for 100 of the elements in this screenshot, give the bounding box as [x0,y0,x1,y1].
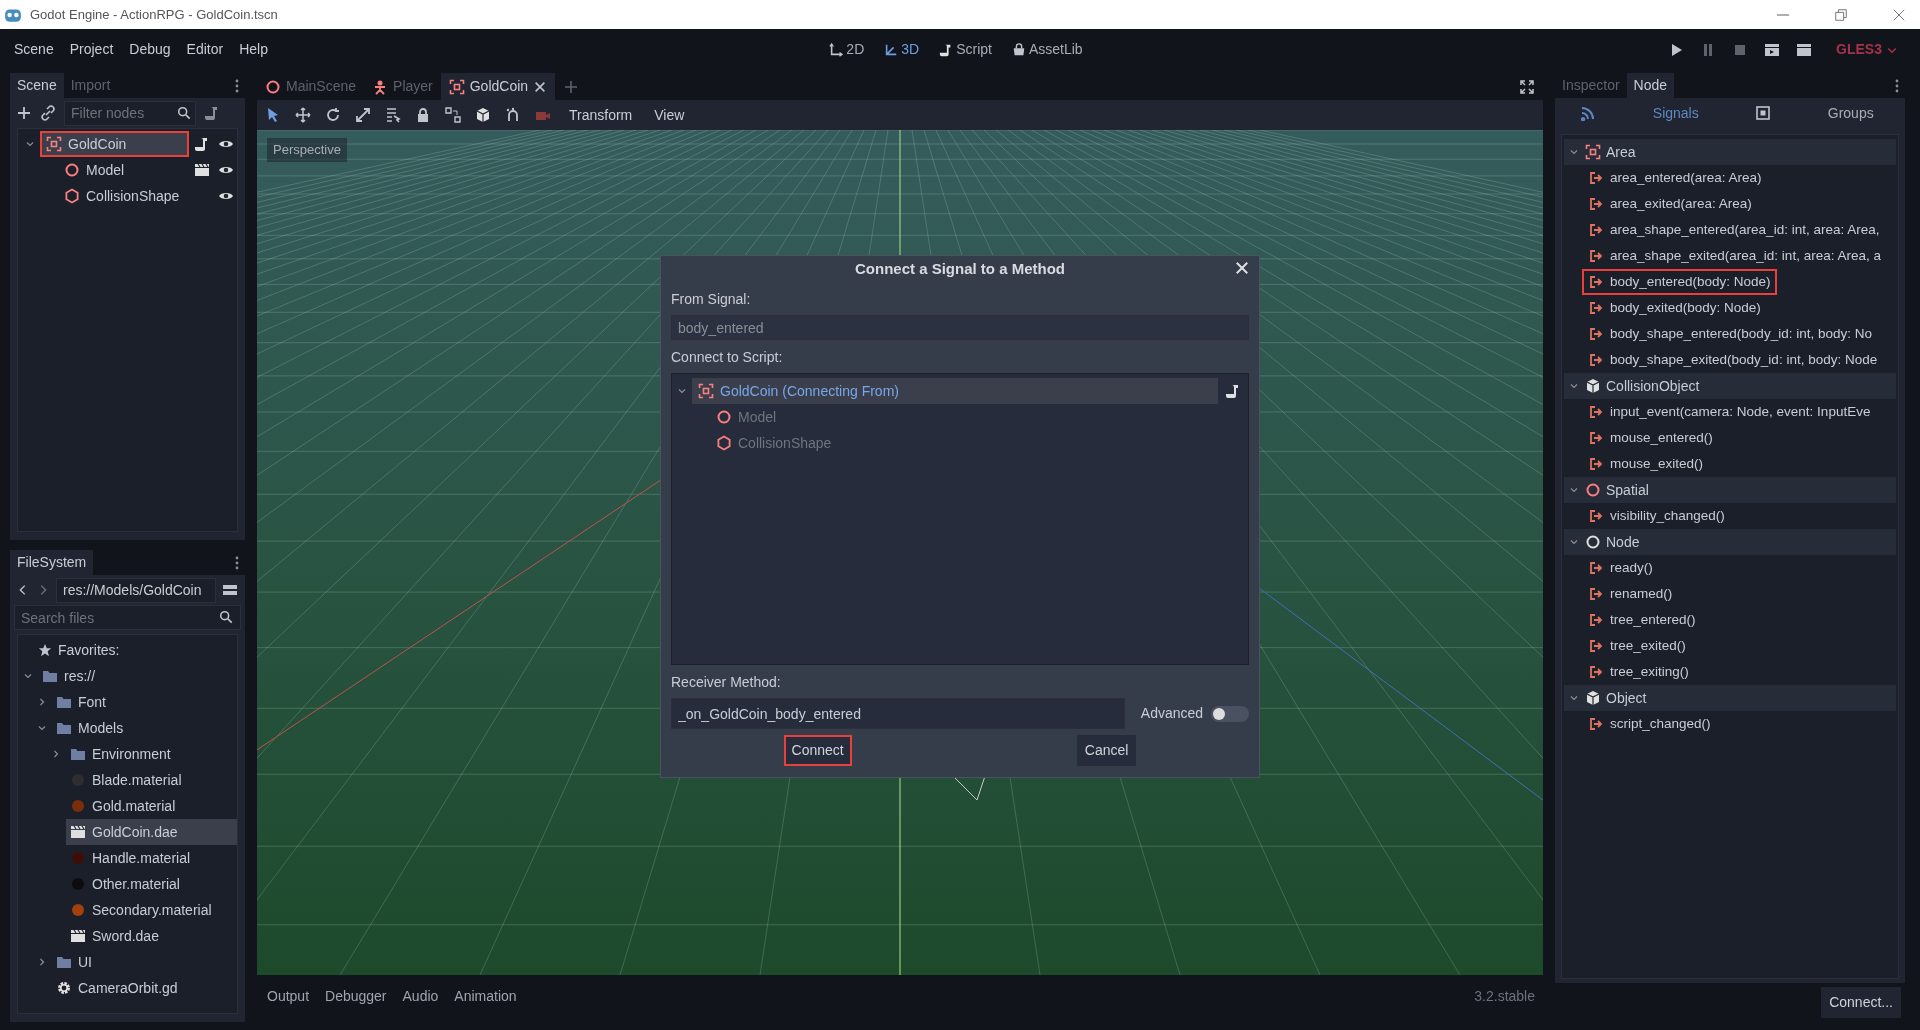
cube-icon[interactable] [475,107,491,123]
signal-item[interactable]: body_shape_exited(body_id: int, body: Node [1582,347,1884,373]
move-icon[interactable] [295,107,311,123]
tree-item[interactable]: GoldCoin [40,131,189,157]
workspace-tab[interactable]: Script [933,35,998,64]
dialog-button[interactable]: Cancel [1076,735,1137,766]
workspace-tab[interactable]: 2D [823,35,871,64]
exit-arrow-icon [1588,560,1604,576]
signal-group-header[interactable]: CollisionObject [1564,373,1896,399]
advanced-toggle[interactable] [1211,705,1249,722]
group-icon[interactable] [445,107,461,123]
search-field[interactable]: Search files [14,605,241,630]
sub-tab[interactable]: Groups [1821,100,1880,126]
signal-item[interactable]: area_entered(area: Area) [1582,165,1768,191]
tree-item[interactable]: CollisionShape [58,183,189,209]
toolbar-menu[interactable]: Transform [565,102,637,128]
signal-item[interactable]: area_shape_entered(area_id: int, area: Area, [1582,217,1886,243]
menu-item[interactable]: Help [231,35,276,64]
file-item[interactable]: res:// [38,663,100,689]
signal-group-header[interactable]: Object [1564,685,1896,711]
bracket-square-icon [1585,144,1601,160]
menu-item[interactable]: Editor [178,35,232,64]
exit-arrow-icon [1588,456,1604,472]
bottom-panel-tab[interactable]: Output [261,983,316,1010]
close-icon[interactable] [1235,261,1249,275]
search-icon [177,105,191,120]
file-item[interactable]: Font [52,689,110,715]
tree-item[interactable]: GoldCoin (Connecting From) [692,378,1218,404]
rotate-icon[interactable] [325,107,341,123]
signal-item[interactable]: mouse_entered() [1582,425,1719,451]
file-item[interactable]: Models [52,715,128,741]
bottom-panel-tab[interactable]: Debugger [319,983,393,1010]
editor-tab[interactable]: GoldCoin [440,73,556,100]
window-title: Godot Engine - ActionRPG - GoldCoin.tscn [30,5,278,24]
file-item[interactable]: Other.material [66,871,184,897]
signal-item[interactable]: tree_exited() [1582,633,1692,659]
clapperboard-play-icon[interactable] [1764,41,1781,58]
exit-arrow-icon [1588,352,1604,368]
perspective-menu[interactable]: Perspective [267,138,347,162]
dock-tab[interactable]: Scene [10,73,64,98]
file-item[interactable]: Blade.material [66,767,186,793]
file-item[interactable]: Handle.material [66,845,195,871]
dock-tab[interactable]: Node [1626,73,1675,98]
toggle-label: Advanced [1140,704,1204,723]
file-item[interactable]: Sword.dae [66,923,163,949]
tree-item[interactable]: Model [58,157,189,183]
dialog-button[interactable]: Connect [783,735,852,766]
menu-item[interactable]: Debug [121,35,179,64]
circle-icon [716,409,732,425]
signal-item[interactable]: input_event(camera: Node, event: InputEve [1582,399,1877,425]
connect-button[interactable]: Connect... [1821,987,1901,1018]
sub-tab[interactable]: Signals [1646,100,1705,126]
filter-field[interactable]: Filter nodes [64,100,196,126]
signal-item[interactable]: area_exited(area: Area) [1582,191,1758,217]
path-field[interactable]: res://Models/GoldCoin [56,577,216,603]
signal-item[interactable]: body_entered(body: Node) [1582,269,1777,295]
scale-icon[interactable] [355,107,371,123]
bottom-panel-tab[interactable]: Animation [448,983,523,1010]
signal-item[interactable]: script_changed() [1582,711,1717,737]
signal-item[interactable]: visibility_changed() [1582,503,1731,529]
file-item[interactable]: UI [52,949,96,975]
menu-item[interactable]: Scene [6,35,62,64]
close-icon [533,79,548,94]
signal-item[interactable]: tree_exiting() [1582,659,1695,685]
signal-item[interactable]: ready() [1582,555,1659,581]
file-item[interactable]: Gold.material [66,793,180,819]
dock-tab[interactable]: FileSystem [10,550,94,575]
workspace-tab[interactable]: 3D [878,35,926,64]
shopping-bag-icon [1011,42,1026,57]
list-select-icon[interactable] [385,107,401,123]
version-label: 3.2.stable [1474,987,1536,1006]
file-item[interactable]: Secondary.material [66,897,216,923]
method-field[interactable]: _on_GoldCoin_body_entered [671,698,1125,729]
file-item[interactable]: GoldCoin.dae [66,819,237,845]
workspace-tab[interactable]: AssetLib [1005,35,1089,64]
signal-item[interactable]: tree_entered() [1582,607,1702,633]
lock-icon[interactable] [415,107,431,123]
signal-item[interactable]: body_exited(body: Node) [1582,295,1767,321]
signal-field[interactable]: body_entered [671,315,1249,340]
star-icon [38,643,52,657]
signal-item[interactable]: body_shape_entered(body_id: int, body: No [1582,321,1878,347]
signal-group-header[interactable]: Spatial [1564,477,1896,503]
signal-item[interactable]: mouse_exited() [1582,451,1710,477]
signal-group-header[interactable]: Area [1564,139,1896,165]
signal-item[interactable]: area_shape_exited(area_id: int, area: Area, a [1582,243,1887,269]
menu-item[interactable]: Project [61,35,122,64]
toolbar-menu[interactable]: View [650,102,689,128]
favorites-label: Favorites: [58,640,120,660]
exit-arrow-icon [1588,430,1604,446]
snap-icon[interactable] [505,107,521,123]
gear-icon [56,980,72,996]
exit-arrow-icon [1588,664,1604,680]
bottom-panel-tab[interactable]: Audio [396,983,445,1010]
signal-group-header[interactable]: Node [1564,529,1896,555]
file-item[interactable]: CameraOrbit.gd [52,975,182,1001]
list-view-icon [222,582,238,598]
exit-arrow-icon [1588,404,1604,420]
file-item[interactable]: Environment [66,741,175,767]
signal-item[interactable]: renamed() [1582,581,1679,607]
clapperboard-icon[interactable] [1796,41,1813,58]
